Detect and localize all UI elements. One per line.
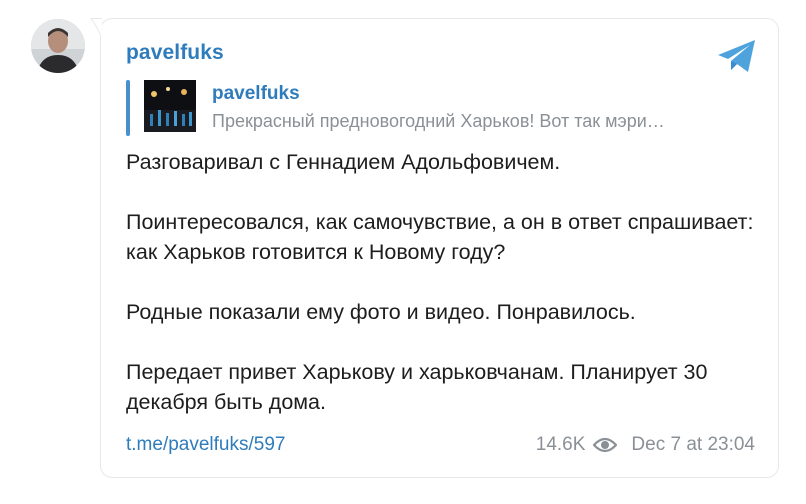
message-paragraph: Поинтересовался, как самочувствие, а он …	[126, 210, 754, 264]
post-date: Dec 7 at 23:04	[631, 434, 755, 455]
telegram-plane-icon[interactable]	[717, 39, 757, 73]
bubble-tail	[89, 18, 102, 39]
reply-bar	[126, 80, 130, 136]
post-link[interactable]: t.me/pavelfuks/597	[126, 434, 285, 456]
channel-avatar[interactable]	[31, 19, 85, 73]
reply-preview[interactable]: pavelfuks Прекрасный предновогодний Харь…	[126, 80, 756, 136]
message-paragraph: Разговаривал с Геннадием Адольфовичем.	[126, 150, 561, 174]
eye-icon	[593, 437, 618, 453]
view-count: 14.6K	[535, 434, 586, 455]
reply-text: Прекрасный предновогодний Харьков! Вот т…	[212, 111, 665, 131]
post-meta: 14.6K Dec 7 at 23:04	[536, 434, 755, 456]
reply-thumbnail	[144, 80, 196, 132]
reply-channel-name: pavelfuks	[212, 83, 300, 104]
channel-name[interactable]: pavelfuks	[126, 41, 224, 65]
message-paragraph: Родные показали ему фото и видео. Понрав…	[126, 300, 636, 324]
message-text: Разговаривал с Геннадием Адольфовичем. П…	[126, 147, 766, 417]
message-paragraph: Передает привет Харькову и харьковчанам.…	[126, 360, 708, 414]
